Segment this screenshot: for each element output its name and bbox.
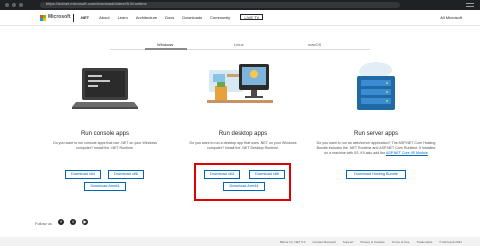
microsoft-logo-icon[interactable]: [40, 15, 46, 21]
forward-icon[interactable]: [12, 3, 16, 7]
brand-name[interactable]: Microsoft: [48, 14, 71, 20]
nav-item-about[interactable]: About: [99, 15, 109, 20]
all-microsoft-menu[interactable]: All Microsoft: [440, 15, 462, 20]
server-illustration-icon: [357, 62, 395, 110]
twitter-icon[interactable]: t: [70, 219, 76, 225]
footer-link-contact[interactable]: Contact Microsoft: [312, 240, 335, 244]
header-divider: [73, 14, 74, 22]
desktop-illustration-icon: [207, 64, 273, 103]
nav-item-docs[interactable]: Docs: [165, 15, 174, 20]
reload-icon[interactable]: [19, 3, 23, 7]
footer-link-privacy[interactable]: Privacy & Cookies: [360, 240, 384, 244]
tab-linux[interactable]: Linux: [234, 42, 244, 47]
youtube-icon[interactable]: ▶: [82, 219, 88, 225]
console-download-arm64-button[interactable]: Download Arm64: [84, 182, 126, 191]
tab-windows[interactable]: Windows: [157, 42, 173, 47]
tab-macos[interactable]: macOS: [308, 42, 321, 47]
site-footer: Blazor for .NET 5.0 Contact Microsoft Su…: [0, 237, 480, 246]
browser-toolbar: https://dotnet.microsoft.com/download/do…: [0, 0, 480, 10]
highlight-box: [194, 163, 291, 201]
footer-links: Blazor for .NET 5.0 Contact Microsoft Su…: [280, 240, 462, 244]
desktop-description: Do you want to run a desktop app that us…: [189, 141, 297, 150]
console-description: Do you want to run console apps that use…: [53, 141, 157, 150]
browser-menu-icon[interactable]: [466, 3, 474, 7]
console-download-x86-button[interactable]: Download x86: [108, 170, 144, 179]
server-description: Do you want to run an web/server applica…: [316, 141, 436, 156]
nav-item-learn[interactable]: Learn: [118, 15, 128, 20]
live-tv-button[interactable]: LIVE TV: [240, 14, 264, 20]
laptop-illustration-icon: [72, 68, 138, 109]
footer-link-blazor[interactable]: Blazor for .NET 5.0: [280, 240, 305, 244]
facebook-icon[interactable]: f: [58, 219, 64, 225]
nav-item-architecture[interactable]: Architecture: [136, 15, 157, 20]
footer-link-trademarks[interactable]: Trademarks: [416, 240, 432, 244]
window-controls: [5, 3, 23, 7]
console-title: Run console apps: [80, 131, 130, 137]
download-hosting-bundle-button[interactable]: Download Hosting Bundle: [346, 170, 406, 179]
follow-us-label: Follow us: [35, 221, 52, 226]
server-title: Run server apps: [353, 131, 399, 137]
footer-link-terms[interactable]: Terms of Use: [392, 240, 410, 244]
nav-item-community[interactable]: Community: [210, 15, 230, 20]
site-header: Microsoft .NET About Learn Architecture …: [0, 10, 480, 26]
nav-product[interactable]: .NET: [80, 15, 89, 20]
os-tabs: Windows Linux macOS: [110, 42, 370, 52]
iis-module-link[interactable]: ASP.NET Core IIS Module: [386, 151, 428, 155]
social-links: f t ▶: [58, 219, 88, 225]
nav-item-downloads[interactable]: Downloads: [182, 15, 202, 20]
console-download-x64-button[interactable]: Download x64: [65, 170, 101, 179]
main-nav: .NET About Learn Architecture Docs Downl…: [80, 14, 264, 20]
back-icon[interactable]: [5, 3, 9, 7]
footer-link-support[interactable]: Support: [343, 240, 354, 244]
address-url: https://dotnet.microsoft.com/download/do…: [46, 1, 147, 6]
footer-copyright: © Microsoft 2021: [439, 240, 462, 244]
active-tab-indicator: [145, 48, 187, 50]
desktop-title: Run desktop apps: [218, 131, 268, 137]
address-bar[interactable]: https://dotnet.microsoft.com/download/do…: [40, 1, 400, 8]
